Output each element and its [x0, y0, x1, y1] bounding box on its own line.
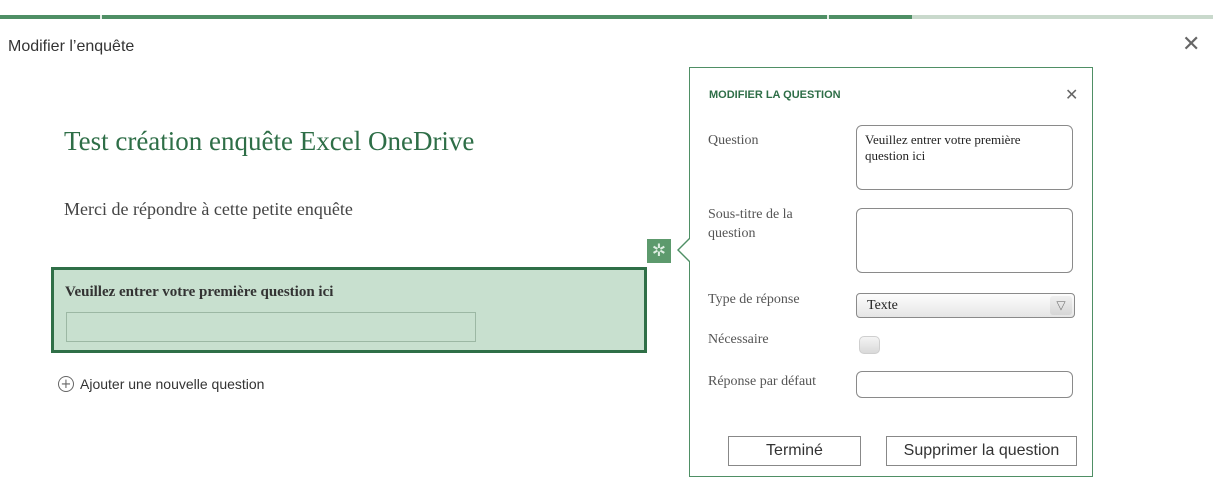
- survey-title[interactable]: Test création enquête Excel OneDrive: [64, 126, 474, 157]
- question-card-label: Veuillez entrer votre première question …: [65, 284, 334, 300]
- default-answer-label: Réponse par défaut: [708, 374, 817, 389]
- subtitle-field-label: Sous-titre de la question: [708, 207, 793, 241]
- done-button[interactable]: Terminé: [728, 436, 861, 466]
- top-progress-divider: [100, 15, 102, 19]
- plus-circle-icon: +: [58, 376, 74, 392]
- question-settings-gear-icon[interactable]: ✲: [647, 239, 671, 263]
- required-label: Nécessaire: [708, 332, 769, 347]
- chevron-down-icon: ▽: [1050, 296, 1072, 315]
- subtitle-field-input[interactable]: [856, 208, 1073, 273]
- default-answer-input[interactable]: [856, 371, 1073, 398]
- add-question-label: Ajouter une nouvelle question: [80, 376, 265, 392]
- question-field-input[interactable]: Veuillez entrer votre première question …: [856, 125, 1073, 190]
- add-question-button[interactable]: + Ajouter une nouvelle question: [58, 373, 264, 395]
- dialog-title: Modifier l’enquête: [8, 38, 135, 55]
- top-progress-bar: [0, 15, 1213, 19]
- survey-subtitle[interactable]: Merci de répondre à cette petite enquête: [64, 199, 353, 220]
- question-card-answer-input[interactable]: [66, 312, 476, 342]
- panel-close-icon[interactable]: ✕: [1065, 85, 1078, 104]
- answer-type-label: Type de réponse: [708, 292, 800, 307]
- delete-question-button[interactable]: Supprimer la question: [886, 436, 1077, 466]
- question-card[interactable]: Veuillez entrer votre première question …: [51, 267, 647, 353]
- answer-type-select[interactable]: Texte ▽: [856, 293, 1075, 318]
- panel-pointer-fill: [679, 238, 691, 262]
- edit-question-panel: MODIFIER LA QUESTION ✕ Question Veuillez…: [689, 67, 1093, 477]
- panel-title: MODIFIER LA QUESTION: [709, 89, 841, 101]
- top-progress-fill: [0, 15, 912, 19]
- answer-type-value: Texte: [867, 298, 898, 313]
- question-field-label: Question: [708, 133, 759, 148]
- required-checkbox[interactable]: [859, 336, 880, 354]
- top-progress-divider: [827, 15, 829, 19]
- dialog-close-icon[interactable]: ✕: [1182, 34, 1200, 56]
